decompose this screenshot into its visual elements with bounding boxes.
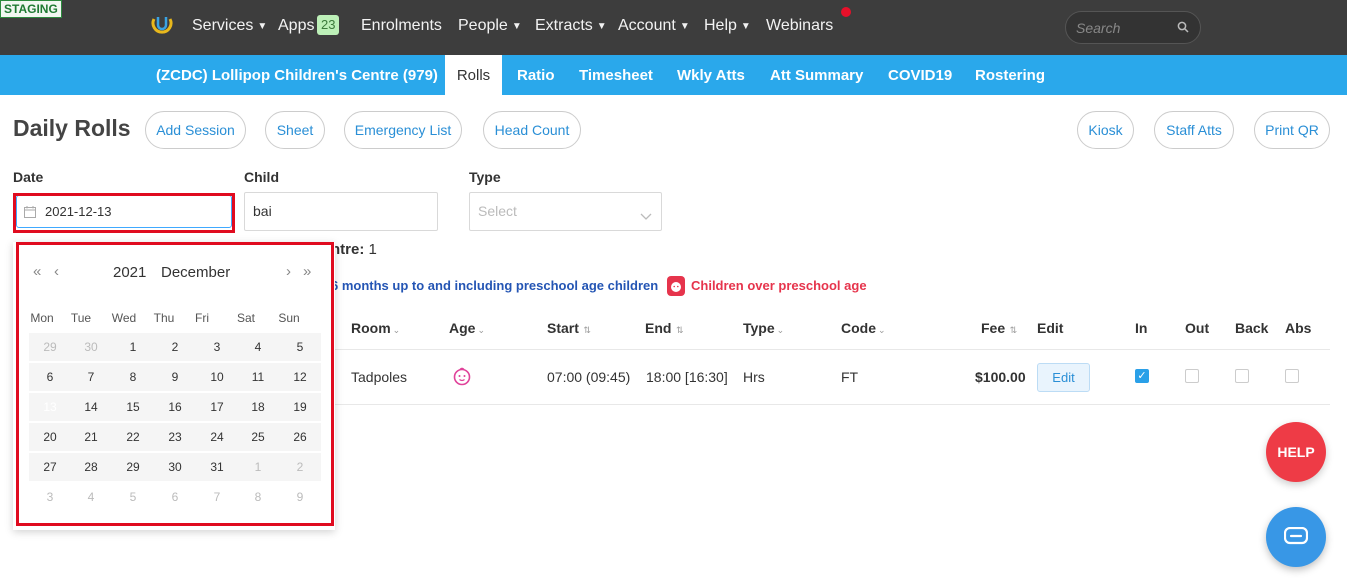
chevron-down-icon [640, 208, 652, 226]
search-input[interactable] [1076, 19, 1176, 37]
chevron-down-icon: ⌄ [392, 325, 401, 335]
caret-down-icon: ▼ [596, 21, 607, 32]
kiosk-button[interactable]: Kiosk [1077, 111, 1134, 149]
page-title: Daily Rolls [13, 115, 131, 141]
tab-covid19[interactable]: COVID19 [888, 66, 952, 86]
col-in: In [1135, 320, 1148, 336]
sort-icon: ⇅ [580, 325, 591, 335]
nav-extracts[interactable]: Extracts ▼ [535, 16, 607, 38]
col-end[interactable]: End ⇅ [645, 320, 684, 336]
chat-button[interactable] [1266, 507, 1326, 567]
nav-apps[interactable]: Apps [278, 16, 314, 36]
back-checkbox[interactable] [1235, 369, 1249, 383]
tab-rostering[interactable]: Rostering [975, 66, 1045, 86]
col-code[interactable]: Code ⌄ [841, 320, 886, 336]
chevron-down-icon: ⌄ [776, 325, 785, 335]
child-face-icon [667, 276, 685, 296]
cell-type: Hrs [743, 369, 765, 385]
nav-account[interactable]: Account ▼ [618, 16, 690, 38]
sheet-button[interactable]: Sheet [265, 111, 325, 149]
col-abs: Abs [1285, 320, 1312, 336]
date-input-highlight [13, 193, 235, 233]
col-out: Out [1185, 320, 1210, 336]
cell-room: Tadpoles [351, 369, 408, 385]
col-room[interactable]: Room ⌄ [351, 320, 400, 336]
out-checkbox[interactable] [1185, 369, 1199, 383]
sort-icon: ⇅ [673, 325, 684, 335]
cell-code: FT [841, 369, 859, 385]
logo-icon[interactable] [150, 13, 174, 37]
table-divider [331, 349, 1330, 350]
type-label: Type [469, 169, 501, 185]
tab-att-summary[interactable]: Att Summary [770, 66, 863, 86]
cell-fee: $100.00 [975, 369, 1026, 385]
head-count-button[interactable]: Head Count [483, 111, 581, 149]
print-qr-button[interactable]: Print QR [1254, 111, 1330, 149]
table-divider [331, 404, 1330, 405]
abs-checkbox[interactable] [1285, 369, 1299, 383]
legend-preschool: 6 months up to and including preschool a… [331, 278, 659, 293]
nav-webinars[interactable]: Webinars [766, 16, 833, 36]
staff-atts-button[interactable]: Staff Atts [1154, 111, 1234, 149]
staging-badge: STAGING [0, 0, 62, 18]
tab-rolls[interactable]: Rolls [445, 55, 502, 95]
sort-icon: ⇅ [1007, 325, 1018, 335]
emergency-list-button[interactable]: Emergency List [344, 111, 462, 149]
col-fee[interactable]: Fee ⇅ [981, 320, 1017, 336]
edit-button[interactable]: Edit [1037, 363, 1090, 392]
nav-people[interactable]: People ▼ [458, 16, 522, 38]
search-box [1065, 11, 1201, 44]
col-start[interactable]: Start ⇅ [547, 320, 591, 336]
calendar-highlight [16, 242, 334, 526]
nav-enrolments[interactable]: Enrolments [361, 16, 442, 36]
chat-icon [1283, 526, 1309, 552]
chevron-down-icon: ⌄ [477, 325, 485, 335]
cell-end: 18:00 [16:30] [646, 369, 728, 385]
centre-name[interactable]: (ZCDC) Lollipop Children's Centre (979) [156, 66, 438, 86]
in-checkbox[interactable]: ✓ [1135, 369, 1149, 383]
help-button[interactable]: HELP [1266, 422, 1326, 482]
nav-services[interactable]: Services ▼ [192, 16, 267, 38]
apps-count-badge: 23 [317, 15, 340, 35]
cell-start: 07:00 (09:45) [547, 369, 631, 385]
col-back: Back [1235, 320, 1269, 336]
notification-dot [841, 7, 851, 17]
caret-down-icon: ▼ [511, 21, 522, 32]
caret-down-icon: ▼ [679, 21, 690, 32]
tab-ratio[interactable]: Ratio [517, 66, 555, 86]
tab-wkly-atts[interactable]: Wkly Atts [677, 66, 745, 86]
legend-over-preschool: Children over preschool age [691, 278, 867, 293]
child-label: Child [244, 169, 279, 185]
centre-count: ntre: 1 [331, 241, 377, 258]
search-icon[interactable] [1177, 20, 1189, 38]
nav-help[interactable]: Help ▼ [704, 16, 751, 38]
type-select[interactable]: Select [469, 192, 662, 231]
col-edit: Edit [1037, 320, 1064, 336]
chevron-down-icon: ⌄ [878, 325, 886, 335]
add-session-button[interactable]: Add Session [145, 111, 246, 149]
tab-timesheet[interactable]: Timesheet [579, 66, 653, 86]
child-input[interactable]: bai [244, 192, 438, 231]
caret-down-icon: ▼ [740, 21, 751, 32]
baby-face-icon [452, 366, 472, 391]
col-type[interactable]: Type ⌄ [743, 320, 784, 336]
col-age[interactable]: Age ⌄ [449, 320, 485, 336]
date-label: Date [13, 169, 44, 185]
caret-down-icon: ▼ [257, 21, 268, 32]
